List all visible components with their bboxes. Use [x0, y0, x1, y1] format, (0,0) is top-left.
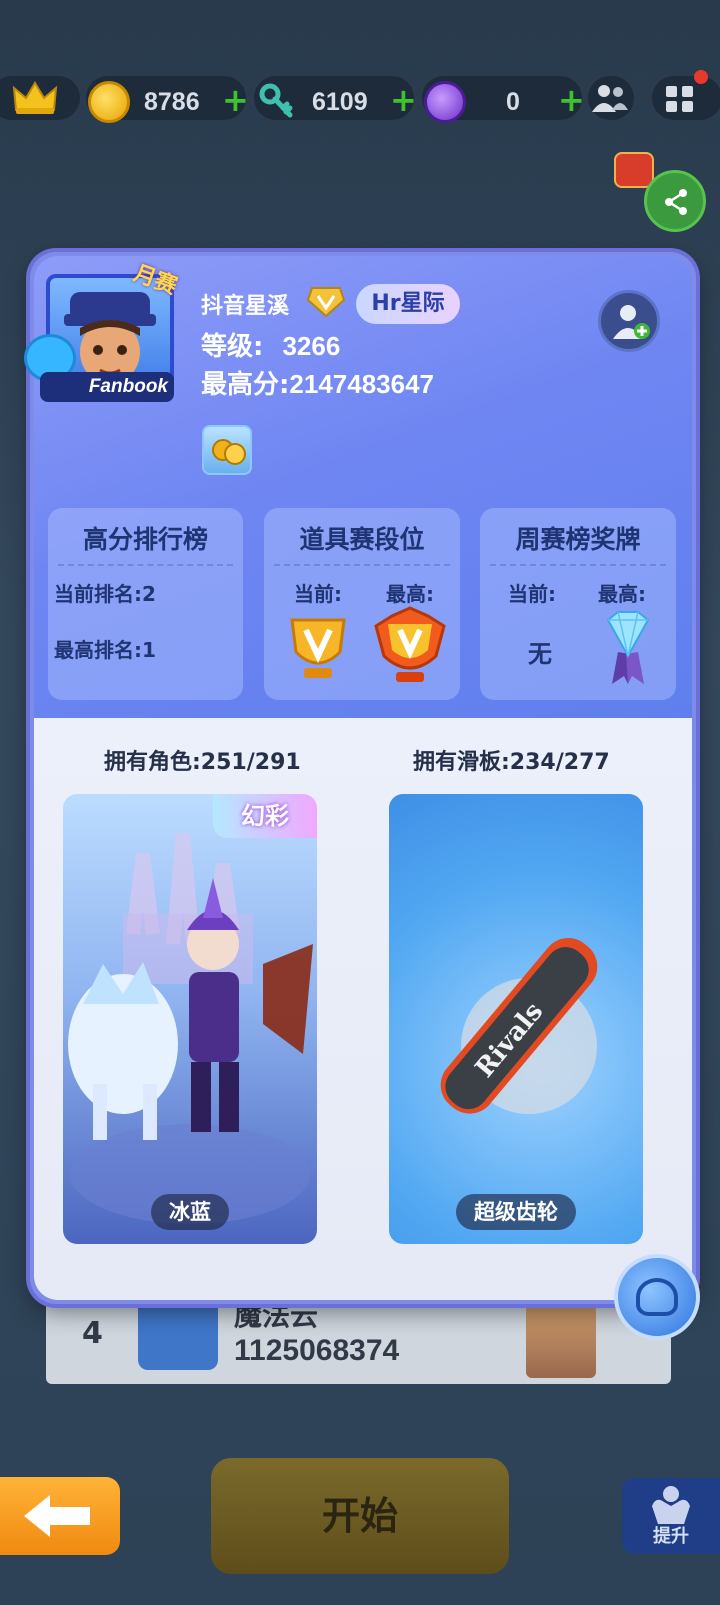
character-artwork: [68, 833, 313, 1224]
owned-characters-count: 拥有角色:251/291: [104, 750, 301, 775]
leaderboard-current-rank: 当前排名:2: [54, 582, 156, 606]
add-friend-icon: [613, 305, 650, 339]
key-icon: [259, 83, 293, 118]
row-score: 1125068374: [234, 1334, 400, 1367]
upgrade-label: 提升: [653, 1526, 689, 1547]
friends-button[interactable]: [588, 76, 634, 120]
coin-value: 8786: [144, 88, 200, 116]
token-counter[interactable]: 0 +: [422, 76, 585, 123]
weekly-medal-title: 周赛榜奖牌: [515, 525, 641, 554]
best-score-label: 最高分:: [201, 370, 290, 400]
menu-icon: [666, 86, 693, 112]
helmet-emblem-icon[interactable]: [614, 1254, 700, 1340]
item-rank-current-label: 当前:: [294, 582, 342, 606]
item-rank-title: 道具赛段位: [299, 525, 425, 554]
board-name: 超级齿轮: [456, 1194, 576, 1230]
board-card[interactable]: Rivals 超级齿轮: [389, 794, 643, 1244]
fanbook-logo: Fanbook: [40, 372, 174, 402]
crown-pill[interactable]: [0, 76, 80, 120]
weekly-medal-stat-box[interactable]: 周赛榜奖牌 当前: 最高: 无: [480, 508, 676, 700]
start-button[interactable]: 开始: [211, 1458, 509, 1574]
notification-dot: [694, 70, 708, 84]
share-button[interactable]: [644, 170, 706, 232]
player-level: 等级: 3266: [201, 326, 340, 363]
player-tag: Hr星际: [356, 284, 460, 324]
add-coins-button[interactable]: +: [222, 84, 249, 116]
board-artwork: Rivals: [440, 938, 598, 1114]
token-icon: [424, 81, 466, 123]
share-icon: [665, 189, 687, 215]
divider: [490, 564, 666, 566]
crown-icon: [12, 81, 58, 114]
player-name: 抖音星溪: [201, 294, 290, 319]
menu-button[interactable]: [652, 70, 720, 120]
character-name: 冰蓝: [151, 1194, 229, 1230]
back-arrow-icon: [24, 1495, 90, 1537]
row-rank: 4: [82, 1316, 103, 1351]
coin-icon: [88, 81, 130, 123]
weekly-best-label: 最高:: [598, 582, 646, 606]
level-value: 3266: [282, 331, 341, 361]
key-counter[interactable]: 6109 +: [254, 76, 417, 120]
weekly-current-label: 当前:: [508, 582, 556, 606]
level-label: 等级:: [201, 332, 264, 362]
gift-icon[interactable]: [614, 152, 654, 188]
coin-counter[interactable]: 8786 +: [86, 76, 249, 123]
upgrade-button[interactable]: 提升: [622, 1478, 720, 1554]
item-rank-best-label: 最高:: [386, 582, 434, 606]
gold-rank-emblem-icon: [290, 618, 346, 678]
divider: [274, 564, 450, 566]
token-value: 0: [506, 88, 520, 116]
best-score-value: 2147483647: [289, 369, 435, 399]
add-keys-button[interactable]: +: [390, 84, 417, 116]
vip-medal-icon: [306, 287, 346, 318]
back-button[interactable]: [0, 1477, 120, 1555]
character-card[interactable]: 幻彩 冰蓝: [63, 794, 317, 1244]
weekly-current-value: 无: [528, 640, 552, 668]
rarity-tag: 幻彩: [213, 794, 317, 838]
key-value: 6109: [312, 88, 368, 116]
top-rank-emblem-icon: [374, 606, 446, 682]
leaderboard-title: 高分排行榜: [82, 525, 208, 554]
owned-boards-count: 拥有滑板:234/277: [413, 750, 610, 775]
leaderboard-best-rank: 最高排名:1: [54, 638, 156, 662]
player-best-score: 最高分:2147483647: [201, 364, 434, 401]
add-tokens-button[interactable]: +: [558, 84, 585, 116]
friends-icon: [592, 85, 628, 112]
item-rank-stat-box[interactable]: 道具赛段位 当前: 最高:: [264, 508, 460, 700]
leaderboard-stat-box[interactable]: 高分排行榜 当前排名:2 最高排名:1: [48, 508, 243, 700]
muscle-icon: [652, 1486, 690, 1524]
top-currency-bar: 8786 + 6109 + 0 +: [0, 70, 720, 124]
add-friend-button[interactable]: [598, 290, 660, 352]
divider: [58, 564, 233, 566]
diamond-medal-icon: [606, 611, 650, 684]
coin-badge-icon[interactable]: [202, 425, 252, 475]
